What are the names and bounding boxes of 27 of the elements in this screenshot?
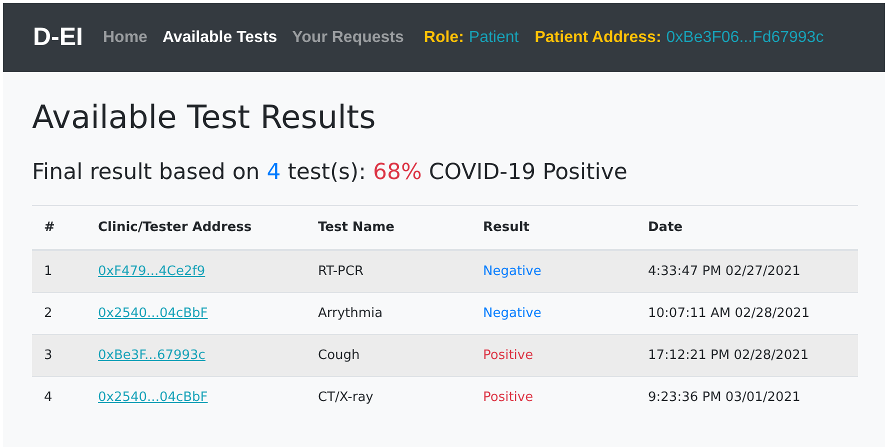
table-cell: 4 — [32, 376, 86, 418]
address-link[interactable]: 0xF479...4Ce2f9 — [98, 264, 206, 279]
address-link[interactable]: 0xBe3F...67993c — [98, 348, 206, 363]
nav-link[interactable]: Available Tests — [162, 28, 278, 46]
result-text: Negative — [483, 264, 542, 279]
table-cell: 17:12:21 PM 02/28/2021 — [636, 334, 858, 376]
table-cell: 3 — [32, 334, 86, 376]
page-heading: Available Test Results — [32, 98, 377, 136]
info-value: Patient — [468, 28, 519, 46]
table-cell: RT-PCR — [306, 250, 471, 292]
nav-link[interactable]: Home — [103, 28, 148, 46]
address-link[interactable]: 0x2540...04cBbF — [98, 390, 208, 405]
table-cell: 9:23:36 PM 03/01/2021 — [636, 376, 858, 418]
result-summary: Final result based on 4 test(s): 68% COVID-19 Positive — [32, 160, 628, 187]
info-label: Patient Address: — [534, 28, 662, 46]
table-cell: 4:33:47 PM 02/27/2021 — [636, 250, 858, 292]
info-label: Role: — [424, 28, 464, 46]
table-cell: 1 — [32, 250, 86, 292]
result-text: Positive — [483, 390, 534, 405]
address-link[interactable]: 0x2540...04cBbF — [98, 306, 208, 321]
result-text: Negative — [483, 306, 542, 321]
nav-link[interactable]: Your Requests — [292, 28, 404, 46]
brand-logo[interactable]: D-EI — [33, 23, 83, 52]
table-cell: Cough — [306, 334, 471, 376]
result-text: Positive — [483, 348, 534, 363]
info-value: 0xBe3F06...Fd67993c — [666, 28, 824, 46]
table-cell: CT/X-ray — [306, 376, 471, 418]
